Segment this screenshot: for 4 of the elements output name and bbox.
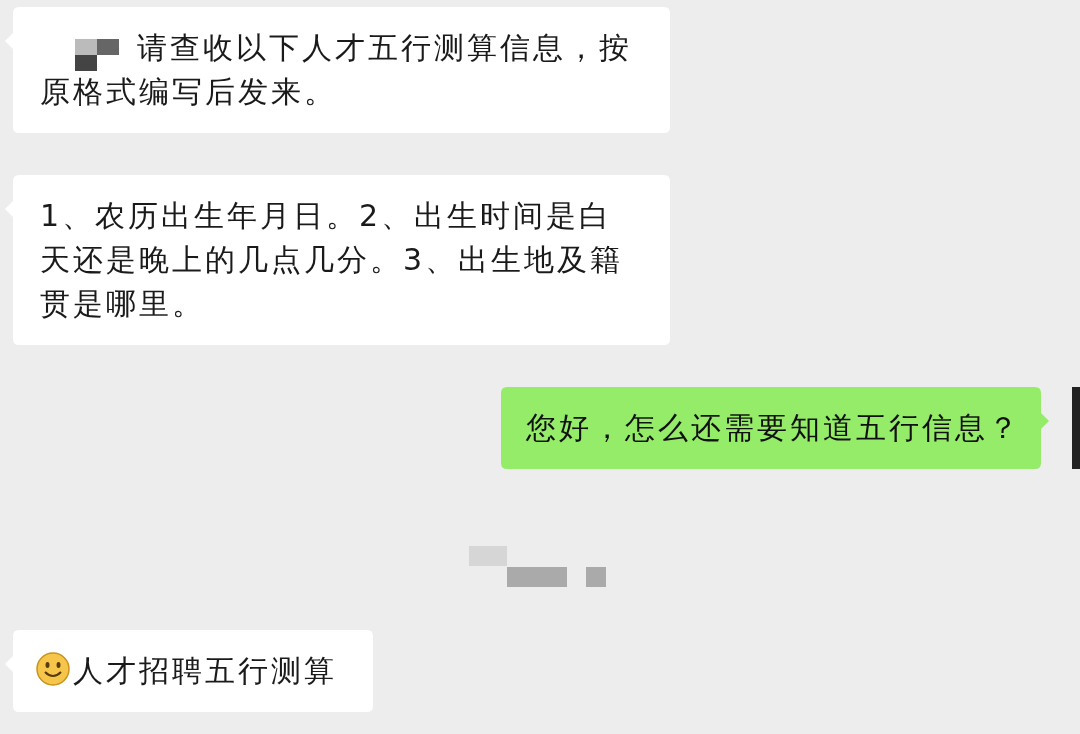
message-text: 您好，怎么还需要知道五行信息？ xyxy=(526,410,1021,445)
message-text: 人才招聘五行测算 xyxy=(73,653,337,688)
message-text: 1、农历出生年月日。2、出生时间是白天还是晚上的几点几分。3、出生地及籍贯是哪里。 xyxy=(40,198,624,321)
message-text: 请查收以下人才五行测算信息，按原格式编写后发来。 xyxy=(40,29,633,111)
